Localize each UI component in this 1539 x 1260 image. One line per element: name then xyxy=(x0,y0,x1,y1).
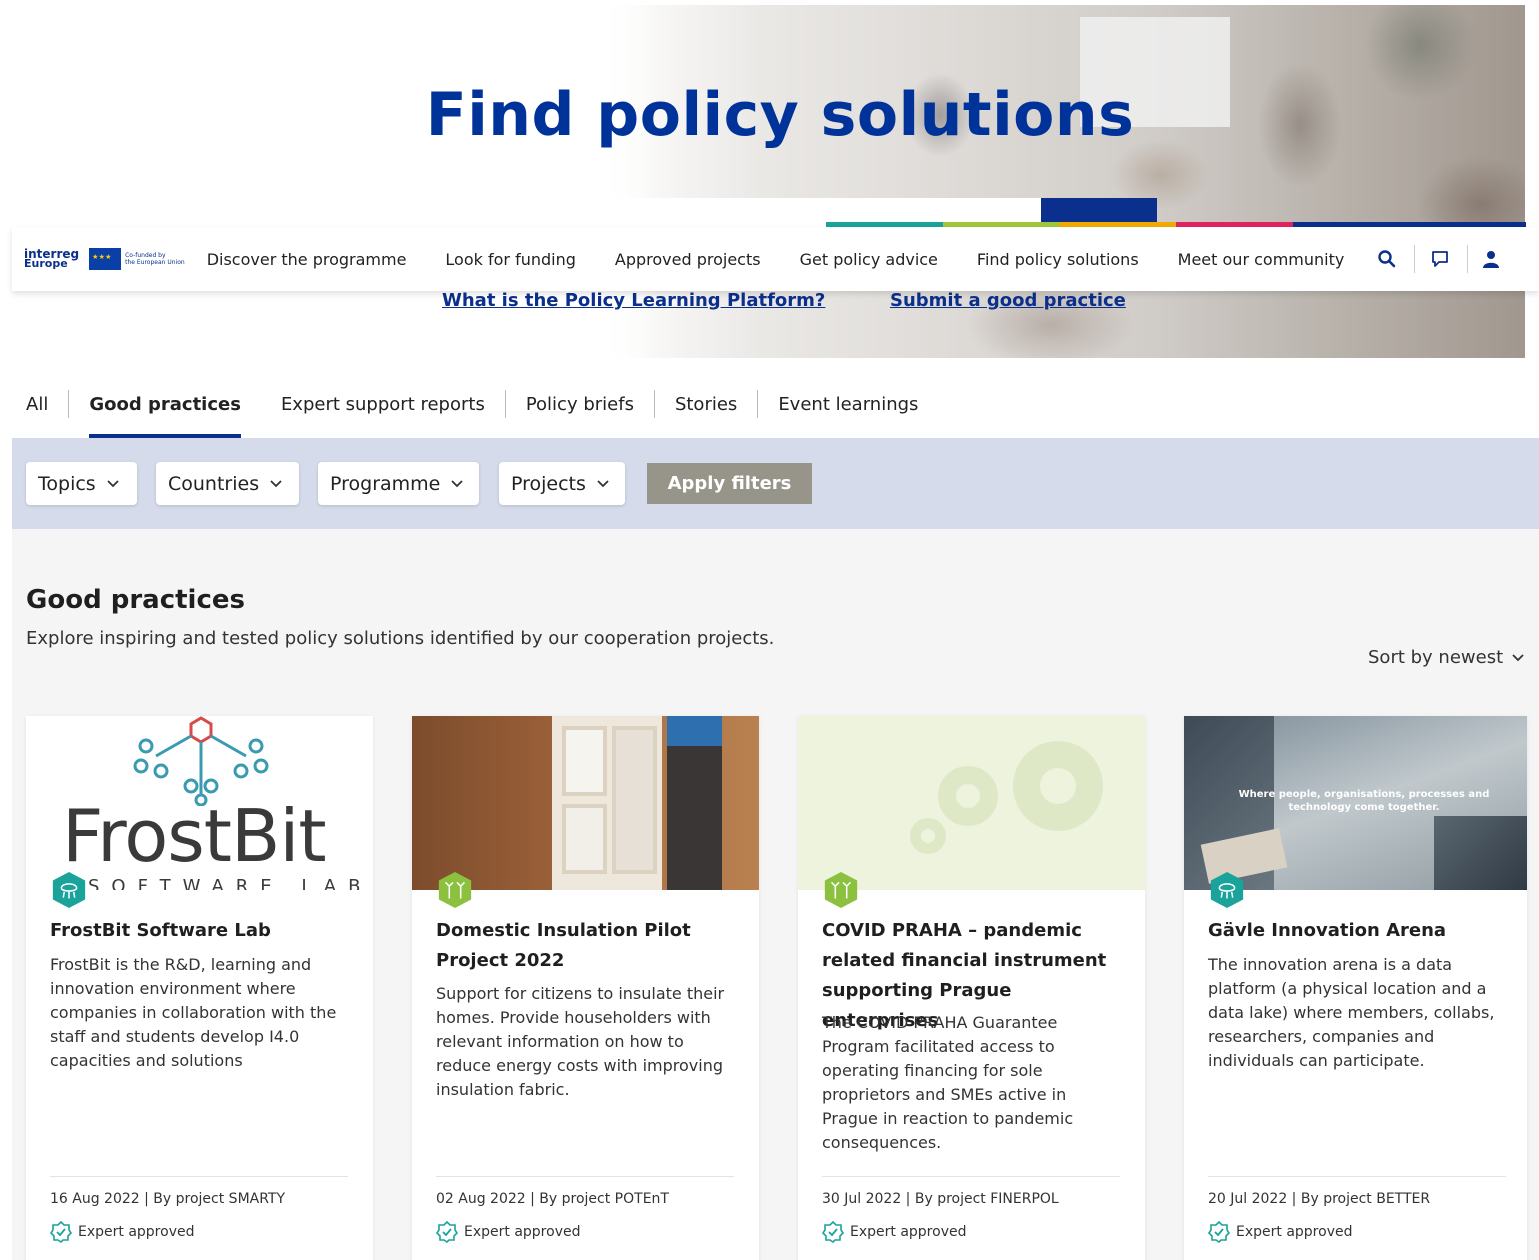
card-image xyxy=(798,716,1145,890)
search-icon[interactable] xyxy=(1376,248,1398,270)
user-icon[interactable] xyxy=(1480,248,1502,270)
chat-icon[interactable] xyxy=(1429,248,1451,270)
interreg-logo[interactable]: interreg Europe Co-funded by the Europea… xyxy=(24,248,185,270)
expert-approved-label: Expert approved xyxy=(436,1221,580,1243)
hero-banner: Find policy solutions What is the Policy… xyxy=(0,0,1539,358)
filter-bar: Topics Countries Programme Projects Appl… xyxy=(12,438,1539,529)
card-title[interactable]: FrostBit Software Lab xyxy=(50,916,355,946)
frostbit-snowflake-icon xyxy=(133,716,269,806)
expert-approved-label: Expert approved xyxy=(50,1221,194,1243)
energy-topic-badge-icon xyxy=(438,871,472,909)
cofunded-text: Co-funded by the European Union xyxy=(125,252,185,266)
card-title[interactable]: Gävle Innovation Arena xyxy=(1208,916,1513,946)
energy-topic-badge-icon xyxy=(824,871,858,909)
chevron-down-icon xyxy=(107,479,119,487)
section-subtitle: Explore inspiring and tested policy solu… xyxy=(26,628,775,649)
nav-divider xyxy=(1414,245,1416,273)
chevron-down-icon xyxy=(1512,653,1524,661)
approved-check-icon xyxy=(436,1221,458,1243)
card-image-subtext: SOFTWARE LAB xyxy=(88,876,373,890)
expert-approved-label: Expert approved xyxy=(822,1221,966,1243)
practice-card[interactable]: Domestic Insulation Pilot Project 2022 S… xyxy=(412,716,759,1260)
link-submit-good-practice[interactable]: Submit a good practice xyxy=(890,290,1126,311)
card-image: FrostBit SOFTWARE LAB xyxy=(26,716,373,890)
card-image-text: FrostBit xyxy=(62,794,327,878)
filter-topics[interactable]: Topics xyxy=(26,462,137,505)
good-practices-section: Good practices Explore inspiring and tes… xyxy=(12,529,1539,1260)
tab-divider xyxy=(504,390,506,418)
card-divider xyxy=(436,1176,734,1177)
tab-all[interactable]: All xyxy=(26,386,48,438)
nav-meet-community[interactable]: Meet our community xyxy=(1178,250,1345,269)
sort-dropdown[interactable]: Sort by newest xyxy=(1368,647,1525,668)
approved-check-icon xyxy=(50,1221,72,1243)
tab-divider xyxy=(757,390,759,418)
section-title: Good practices xyxy=(26,585,245,615)
expert-approved-label: Expert approved xyxy=(1208,1221,1352,1243)
tab-policy-briefs[interactable]: Policy briefs xyxy=(526,386,634,438)
content-type-tabs: All Good practices Expert support report… xyxy=(26,386,918,438)
card-image-text: Where people, organisations, processes a… xyxy=(1238,789,1490,813)
nav-discover-programme[interactable]: Discover the programme xyxy=(207,250,407,269)
topic-badge-icon xyxy=(1210,871,1244,909)
hero-links: What is the Policy Learning Platform? Su… xyxy=(0,290,1539,318)
card-description: The COVID PRAHA Guarantee Program facili… xyxy=(822,1013,1074,1152)
chevron-down-icon xyxy=(597,479,609,487)
tab-divider xyxy=(68,390,70,418)
card-meta: 16 Aug 2022 | By project SMARTY xyxy=(50,1191,286,1207)
filter-programme[interactable]: Programme xyxy=(318,462,479,505)
logo-text: interreg Europe xyxy=(24,247,80,270)
card-description: FrostBit is the R&D, learning and innova… xyxy=(50,955,337,1070)
nav-look-for-funding[interactable]: Look for funding xyxy=(445,250,575,269)
gears-icon xyxy=(910,741,1103,854)
approved-check-icon xyxy=(1208,1221,1230,1243)
card-description: The innovation arena is a data platform … xyxy=(1208,955,1495,1070)
card-divider xyxy=(822,1176,1120,1177)
filter-projects[interactable]: Projects xyxy=(499,462,625,505)
card-divider xyxy=(50,1176,348,1177)
practice-card[interactable]: FrostBit SOFTWARE LAB FrostBit Software … xyxy=(26,716,373,1260)
card-meta: 30 Jul 2022 | By project FINERPOL xyxy=(822,1191,1059,1207)
tab-good-practices[interactable]: Good practices xyxy=(89,386,241,438)
card-meta: 20 Jul 2022 | By project BETTER xyxy=(1208,1191,1431,1207)
card-divider xyxy=(1208,1176,1506,1177)
tab-expert-support-reports[interactable]: Expert support reports xyxy=(281,386,485,438)
filter-countries[interactable]: Countries xyxy=(156,462,299,505)
practice-card[interactable]: COVID PRAHA – pandemic related financial… xyxy=(798,716,1145,1260)
card-description: Support for citizens to insulate their h… xyxy=(436,984,725,1099)
topic-badge-icon xyxy=(52,871,86,909)
page-title: Find policy solutions xyxy=(425,80,1135,150)
nav-find-policy-solutions[interactable]: Find policy solutions xyxy=(977,250,1139,269)
card-title[interactable]: Domestic Insulation Pilot Project 2022 xyxy=(436,916,741,976)
approved-check-icon xyxy=(822,1221,844,1243)
nav-get-policy-advice[interactable]: Get policy advice xyxy=(800,250,938,269)
main-nav: interreg Europe Co-funded by the Europea… xyxy=(12,227,1539,291)
nav-approved-projects[interactable]: Approved projects xyxy=(615,250,761,269)
eu-flag-icon xyxy=(89,248,122,270)
card-meta: 02 Aug 2022 | By project POTEnT xyxy=(436,1191,669,1207)
nav-divider xyxy=(1467,245,1469,273)
tab-event-learnings[interactable]: Event learnings xyxy=(778,386,918,438)
apply-filters-button[interactable]: Apply filters xyxy=(647,463,812,504)
practice-card[interactable]: Where people, organisations, processes a… xyxy=(1184,716,1527,1260)
link-what-is-plp[interactable]: What is the Policy Learning Platform? xyxy=(442,290,825,311)
chevron-down-icon xyxy=(451,479,464,487)
tab-divider xyxy=(653,390,655,418)
card-image xyxy=(412,716,759,890)
card-image: Where people, organisations, processes a… xyxy=(1184,716,1527,890)
chevron-down-icon xyxy=(270,479,282,487)
tab-stories[interactable]: Stories xyxy=(675,386,737,438)
